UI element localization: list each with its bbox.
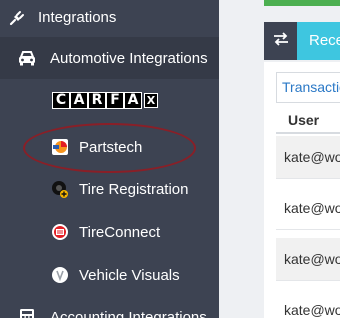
sidebar-item-accounting-integrations[interactable]: Accounting Integrations [0,302,219,318]
green-status-bar [264,0,340,6]
carfax-letter: A [124,91,142,109]
sidebar-item-tire-registration[interactable]: Tire Registration [0,176,219,202]
plug-icon [6,7,28,29]
sidebar: Integrations Automotive Integrations C A… [0,0,219,318]
sidebar-item-label: Vehicle Visuals [79,266,180,284]
carfax-logo: C A R F A X [52,91,158,109]
table-row[interactable]: kate@workshop [276,289,340,318]
table-row[interactable]: kate@workshop [276,136,340,179]
sidebar-item-label: Integrations [38,9,117,26]
column-header-user[interactable]: User [276,106,340,134]
sidebar-item-label: Accounting Integrations [50,308,207,318]
sidebar-item-partstech[interactable]: Partstech [0,134,219,160]
sidebar-item-carfax[interactable]: C A R F A X [0,88,219,112]
tireconnect-icon [50,222,70,242]
table-row[interactable]: kate@workshop [276,238,340,281]
carfax-letter: F [106,91,124,109]
vehicle-visuals-icon [50,265,70,285]
calculator-icon [16,307,38,318]
sidebar-item-automotive-integrations[interactable]: Automotive Integrations [0,37,219,79]
swap-icon [273,31,289,51]
tab-transactions[interactable]: Transactions [276,72,340,103]
sidebar-item-label: Automotive Integrations [50,49,208,67]
sidebar-item-label: Partstech [79,138,143,156]
sidebar-item-label: Tire Registration [79,180,189,198]
sidebar-item-label: TireConnect [79,223,161,241]
main-content: Recent Transactions User kate@workshop k… [219,0,340,318]
sidebar-item-integrations[interactable]: Integrations [0,0,219,35]
carfax-letter: R [88,91,106,109]
tab-recent[interactable]: Recent [297,22,340,60]
carfax-letter: C [52,91,70,109]
carfax-letter: A [70,91,88,109]
sidebar-item-tireconnect[interactable]: TireConnect [0,219,219,245]
sidebar-item-vehicle-visuals[interactable]: Vehicle Visuals [0,262,219,288]
car-icon [16,48,38,68]
partstech-logo-icon [50,137,70,157]
swap-button[interactable] [264,22,297,60]
carfax-letter: X [144,92,158,108]
table-row[interactable]: kate@workshop [276,187,340,230]
tire-registration-icon [50,179,70,199]
